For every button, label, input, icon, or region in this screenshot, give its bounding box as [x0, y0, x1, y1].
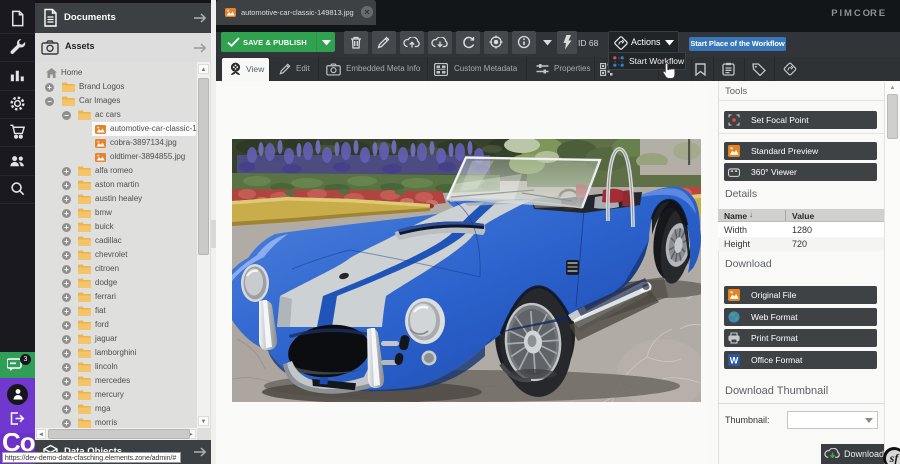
svg-text:W: W: [730, 355, 739, 365]
